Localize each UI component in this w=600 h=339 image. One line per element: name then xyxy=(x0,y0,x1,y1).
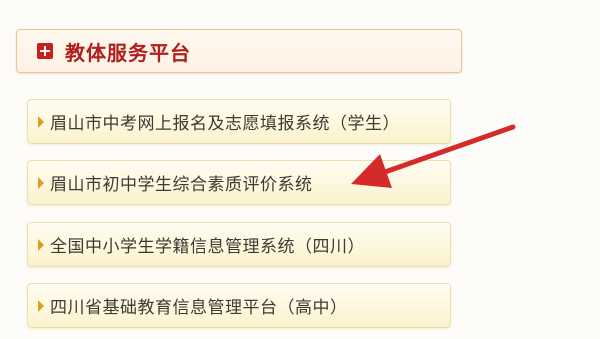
panel-header: 教体服务平台 xyxy=(16,29,462,73)
platform-link-label: 眉山市初中学生综合素质评价系统 xyxy=(50,175,313,195)
platform-link-zhongkao-registration[interactable]: 眉山市中考网上报名及志愿填报系统（学生） xyxy=(27,99,451,144)
platform-link-student-registry[interactable]: 全国中小学生学籍信息管理系统（四川） xyxy=(27,222,451,267)
platform-link-label: 四川省基础教育信息管理平台（高中） xyxy=(50,298,348,318)
platform-link-basic-education[interactable]: 四川省基础教育信息管理平台（高中） xyxy=(27,283,451,328)
triangle-right-icon xyxy=(38,238,44,251)
platform-link-label: 全国中小学生学籍信息管理系统（四川） xyxy=(50,237,365,257)
triangle-right-icon xyxy=(38,299,44,312)
panel-title: 教体服务平台 xyxy=(65,40,191,65)
platform-link-quality-evaluation[interactable]: 眉山市初中学生综合素质评价系统 xyxy=(27,160,451,205)
triangle-right-icon xyxy=(38,115,44,128)
plus-icon xyxy=(37,43,53,59)
triangle-right-icon xyxy=(38,176,44,189)
platform-link-label: 眉山市中考网上报名及志愿填报系统（学生） xyxy=(50,114,400,134)
page: 教体服务平台 眉山市中考网上报名及志愿填报系统（学生） 眉山市初中学生综合素质评… xyxy=(0,0,600,339)
